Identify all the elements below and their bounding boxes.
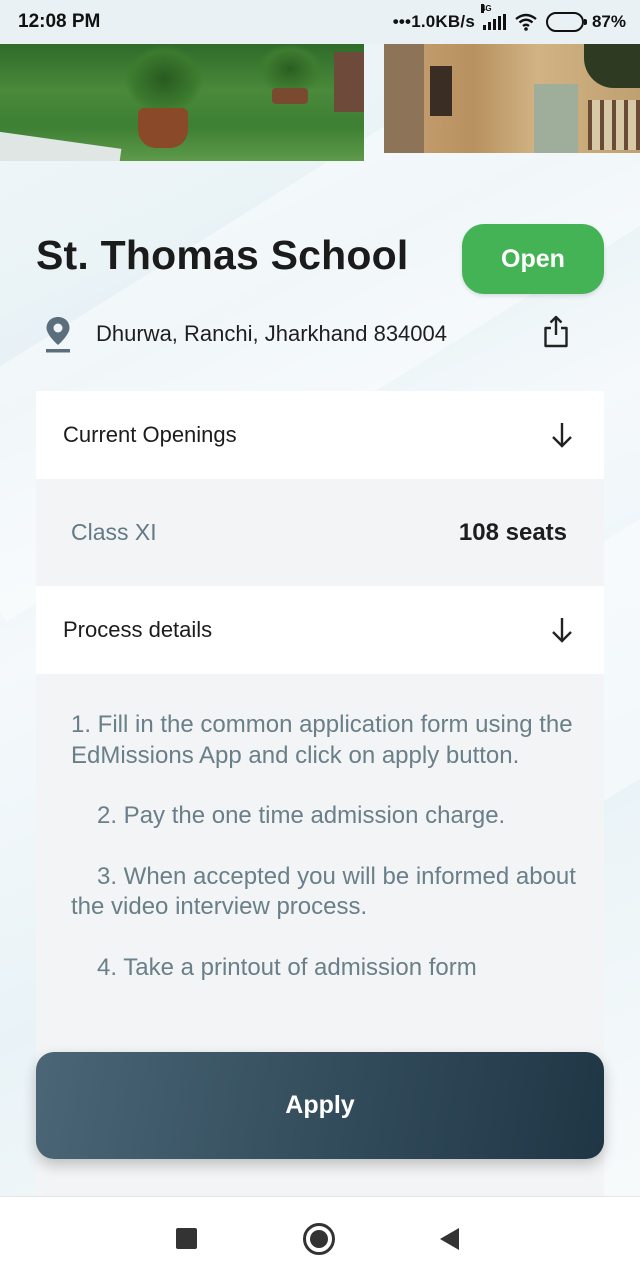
- process-step: 4. Take a printout of admission form: [97, 953, 477, 981]
- status-indicators: •••1.0KB/s 4G 87%: [392, 4, 626, 32]
- process-details-header[interactable]: Process details: [36, 586, 604, 674]
- status-time: 12:08 PM: [18, 11, 101, 32]
- apply-button[interactable]: Apply: [36, 1052, 604, 1159]
- openings-row: Class XI 108 seats: [36, 479, 604, 586]
- arrow-down-icon[interactable]: [550, 420, 574, 450]
- address-row: Dhurwa, Ranchi, Jharkhand 834004: [44, 312, 574, 356]
- network-speed: •••1.0KB/s: [392, 12, 475, 31]
- school-photo-garden[interactable]: [0, 44, 364, 161]
- system-navigation-bar: [0, 1196, 640, 1280]
- process-step: 2. Pay the one time admission charge.: [97, 802, 506, 829]
- seat-count: 108 seats: [458, 518, 567, 546]
- process-step: 1. Fill in the common application form u…: [71, 711, 573, 769]
- signal-icon: 4G: [480, 4, 506, 30]
- arrow-down-icon[interactable]: [550, 615, 574, 645]
- location-pin-icon: [46, 317, 70, 353]
- wifi-icon: [515, 13, 537, 31]
- square-icon[interactable]: [176, 1228, 197, 1249]
- network-type: 4G: [480, 4, 492, 13]
- status-badge: Open: [462, 224, 604, 294]
- triangle-back-icon[interactable]: [440, 1228, 459, 1250]
- battery-percent: 87%: [591, 12, 626, 31]
- circle-icon[interactable]: [303, 1223, 335, 1255]
- battery-icon: [545, 12, 587, 32]
- school-name: St. Thomas School: [36, 232, 409, 278]
- school-address: Dhurwa, Ranchi, Jharkhand 834004: [96, 321, 448, 346]
- process-step: 3. When accepted you will be informed ab…: [71, 862, 576, 921]
- current-openings-title: Current Openings: [63, 422, 237, 447]
- status-bar: 12:08 PM •••1.0KB/s 4G 87%: [0, 0, 640, 44]
- current-openings-header[interactable]: Current Openings: [36, 391, 604, 479]
- share-icon[interactable]: [542, 314, 570, 350]
- school-photo-building[interactable]: [384, 44, 640, 153]
- process-details-title: Process details: [63, 617, 213, 642]
- class-name: Class XI: [71, 519, 157, 545]
